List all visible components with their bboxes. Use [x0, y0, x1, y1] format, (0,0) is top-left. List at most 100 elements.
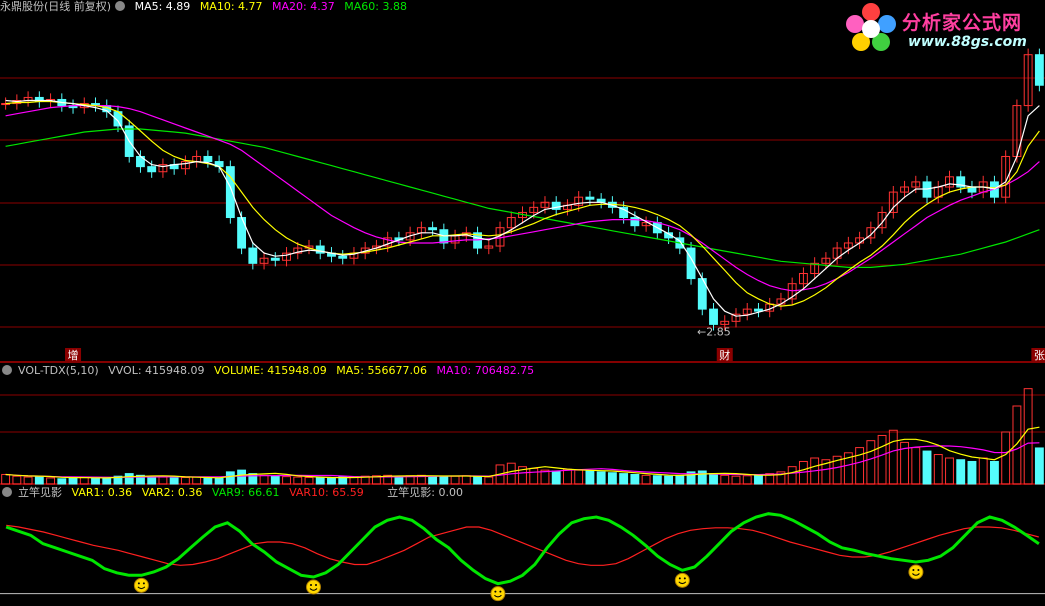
smiley-eye — [499, 590, 502, 593]
event-marker-label: 财 — [719, 348, 730, 362]
volume-bar — [641, 474, 651, 485]
ma20-line — [5, 104, 1040, 292]
smiley-icon — [908, 564, 924, 580]
smiley-eye — [678, 577, 681, 580]
smiley-icon — [306, 579, 321, 595]
volume-header: VOL-TDX(5,10) VVOL: 415948.09 VOLUME: 41… — [0, 364, 540, 378]
smiley-eye — [137, 582, 140, 585]
smiley-eye — [142, 582, 145, 585]
volume-bar — [102, 477, 112, 485]
candle-body — [248, 247, 258, 264]
vol-ma10-value: MA10: 706482.75 — [436, 364, 535, 377]
volume-bar — [731, 475, 741, 485]
volume-value: VOLUME: 415948.09 — [214, 364, 327, 377]
stock-chart[interactable]: ←2.85 增 财 张 — [0, 0, 1045, 606]
volume-bar — [225, 471, 235, 485]
volume-bar — [46, 477, 55, 485]
volume-bar — [574, 469, 584, 485]
low-price-label: ←2.85 — [697, 326, 731, 339]
candle-body — [237, 217, 247, 249]
flower-logo-icon — [846, 3, 896, 51]
gear-icon[interactable] — [115, 1, 126, 11]
volume-bar — [619, 473, 629, 485]
volume-bar — [484, 476, 494, 485]
ma60-value: MA60: 3.88 — [344, 0, 407, 13]
ma10-value: MA10: 4.77 — [199, 0, 263, 13]
gear-icon[interactable] — [2, 487, 12, 497]
volume-bar — [956, 459, 966, 485]
smiley-eye — [494, 590, 497, 593]
candle-body — [585, 196, 595, 200]
volume-bar — [147, 476, 157, 485]
volume-bar — [877, 434, 887, 485]
volume-bar — [1023, 388, 1033, 485]
volume-bar — [675, 474, 685, 485]
vol-ma5-value: MA5: 556677.06 — [336, 364, 427, 377]
smiley-icon — [674, 572, 690, 588]
volume-bar — [237, 469, 247, 485]
volume-bar — [585, 470, 595, 485]
candle-body — [203, 155, 213, 163]
signal-value: 立竿见影: 0.00 — [387, 486, 463, 499]
smiley-icon — [490, 586, 506, 602]
volume-bar — [596, 471, 606, 485]
volume-bar — [1, 473, 11, 485]
main-chart-header: 永鼎股份(日线 前复权) MA5: 4.89 MA10: 4.77 MA20: … — [0, 0, 413, 14]
candle-body — [270, 257, 280, 261]
ma5-value: MA5: 4.89 — [134, 0, 191, 13]
volume-bar — [990, 460, 999, 485]
volume-bar — [754, 474, 763, 485]
volume-bar — [787, 466, 797, 485]
var2-value: VAR2: 0.36 — [141, 486, 203, 499]
volume-bar — [293, 476, 303, 485]
volume-bar — [282, 476, 291, 485]
volume-bar — [259, 474, 269, 485]
volume-bar — [428, 475, 438, 485]
volume-bar — [34, 476, 44, 485]
volume-bar — [23, 476, 33, 485]
vol-ma5-line — [5, 426, 1040, 479]
volume-bar — [933, 454, 943, 485]
volume-bar — [922, 450, 932, 485]
var9-line — [5, 512, 1040, 586]
volume-bar — [158, 476, 168, 485]
logo-url: www.88gs.com — [908, 34, 1027, 50]
volume-bar — [270, 475, 280, 485]
volume-bar — [563, 468, 572, 485]
volume-bar — [709, 473, 718, 485]
volume-bar — [461, 475, 471, 485]
volume-bar — [652, 475, 662, 485]
volume-bar — [124, 473, 134, 485]
candle-body — [630, 217, 640, 227]
volume-bar — [551, 470, 561, 485]
gear-icon[interactable] — [2, 365, 12, 375]
stock-title: 永鼎股份(日线 前复权) — [0, 0, 112, 13]
event-marker-label: 增 — [68, 348, 79, 362]
volume-bar — [630, 473, 640, 485]
ma10-line — [5, 100, 1040, 307]
volume-bar — [888, 429, 898, 485]
smiley-eye — [683, 577, 686, 580]
vol-indicator-name: VOL-TDX(5,10) — [18, 364, 99, 377]
volume-bar — [607, 472, 617, 485]
volume-bar — [68, 477, 78, 485]
smiley-icon — [133, 577, 149, 593]
volume-bar — [169, 477, 179, 485]
volume-bar — [1034, 447, 1044, 485]
ma20-value: MA20: 4.37 — [272, 0, 335, 13]
vvol-value: VVOL: 415948.09 — [108, 364, 205, 377]
volume-bar — [945, 457, 954, 485]
volume-bar — [529, 467, 539, 485]
candle-body — [709, 308, 718, 325]
candle-body — [428, 227, 438, 231]
candle-body — [338, 255, 348, 259]
candle-body — [147, 166, 157, 173]
volume-bar — [1012, 405, 1022, 485]
volume-bar — [214, 477, 224, 485]
volume-bar — [180, 477, 190, 485]
volume-bar — [742, 475, 752, 485]
volume-bar — [57, 478, 67, 485]
volume-bar — [450, 475, 460, 485]
var1-value: VAR1: 0.36 — [71, 486, 133, 499]
smiley-eye — [917, 569, 920, 571]
